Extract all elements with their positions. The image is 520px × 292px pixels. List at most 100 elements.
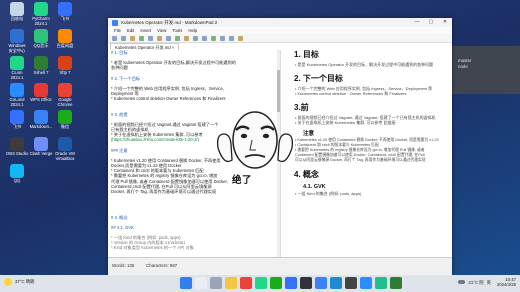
desktop-icon[interactable]: Xftp 7 bbox=[52, 56, 78, 82]
goland-icon[interactable] bbox=[359, 277, 372, 289]
weather-text: 37°C 晴朗 bbox=[15, 279, 35, 284]
editor-line-text: * 老是 Kubernetes Operator 开发的目标,解决开发过程中可能… bbox=[111, 60, 236, 66]
desktop-icon[interactable]: PyCharm 2024.1 bbox=[28, 2, 54, 28]
redo-icon[interactable] bbox=[148, 35, 153, 41]
undo-icon[interactable] bbox=[139, 35, 144, 41]
desktop-icon[interactable]: QQ音乐 bbox=[28, 29, 54, 55]
list-icon[interactable] bbox=[193, 35, 198, 41]
link-icon[interactable] bbox=[211, 35, 216, 41]
desktop-icon[interactable]: 回收站 bbox=[4, 2, 30, 28]
desktop-icon[interactable]: QQ bbox=[4, 164, 30, 190]
desktop-icon[interactable]: 飞书 bbox=[52, 2, 78, 28]
desktop-icon-label: QQ音乐 bbox=[33, 43, 49, 48]
markdown-preview: 1. 目标 • 是是 Kubernetes Operator 开发的目标，解决开… bbox=[281, 43, 452, 257]
image-icon[interactable] bbox=[220, 35, 225, 41]
desktop-icon-label: GoLand 2024.1 bbox=[9, 97, 25, 107]
app-icon bbox=[34, 2, 48, 16]
clock[interactable]: 10:47 2024/4/25 bbox=[494, 277, 516, 287]
window-title: Kubernetes Operator 开发.md - MarkdownPad … bbox=[121, 19, 218, 25]
desktop-icon[interactable]: GoLand 2024.1 bbox=[4, 83, 30, 109]
desktop-icon[interactable]: Markdown... bbox=[28, 110, 54, 136]
desktop-icon-label: Clash Verge bbox=[29, 151, 53, 156]
desktop-icon-label: Xftp 7 bbox=[59, 70, 71, 75]
ime-indicator[interactable]: 英 bbox=[487, 280, 491, 285]
desktop-icon[interactable]: Xshell 7 bbox=[28, 56, 54, 82]
meme-caption: 绝了 bbox=[232, 175, 253, 186]
desktop-icon-label: Oracle VM VirtualBox bbox=[55, 151, 75, 161]
cloud-icon bbox=[458, 280, 466, 284]
clion-icon[interactable] bbox=[374, 277, 387, 289]
clock-date: 2024/4/25 bbox=[496, 282, 516, 287]
desktop-icon[interactable]: WPS Office bbox=[28, 83, 54, 109]
italic-icon[interactable] bbox=[166, 35, 171, 41]
preview-text: • 关于在虚拟机上安装 Kubernetes 集群, 可以参考 此链接 bbox=[295, 120, 396, 125]
desktop-icon[interactable]: Google Chrome bbox=[52, 83, 78, 109]
maximize-button[interactable]: ▢ bbox=[424, 18, 438, 27]
desktop-icon[interactable]: Clash Verge bbox=[28, 137, 54, 163]
timestamp-icon[interactable] bbox=[229, 35, 234, 41]
editor-line-text: # 2. 下一个目标 bbox=[111, 75, 141, 81]
tray-weather: 21°C 阴 bbox=[468, 279, 484, 285]
bold-icon[interactable] bbox=[157, 35, 162, 41]
desktop-icon[interactable]: OBS Studio bbox=[4, 137, 30, 163]
task-view-icon[interactable] bbox=[209, 277, 222, 289]
menu-edit[interactable]: Edit bbox=[127, 28, 134, 33]
desktop-icon[interactable]: CLion 2024.1 bbox=[4, 56, 30, 82]
app-icon bbox=[10, 29, 24, 43]
markdownpad-icon bbox=[112, 19, 118, 26]
meme-left-hand bbox=[216, 133, 233, 163]
chrome-icon[interactable] bbox=[239, 277, 252, 289]
app-icon bbox=[10, 137, 24, 151]
desktop-icon-label: PyCharm 2024.1 bbox=[32, 16, 50, 26]
menu-help[interactable]: Help bbox=[188, 28, 197, 33]
bg-window-line2: node bbox=[458, 64, 468, 69]
preview-heading-goal: 1. 目标 bbox=[294, 50, 319, 59]
preview-text: 可以从阿里云镜像源 Docker, 再打个 Tag, 再用作为基础环境可以通过代… bbox=[295, 158, 426, 162]
weather-widget[interactable]: 37°C 晴朗 bbox=[4, 278, 34, 286]
preview-icon[interactable] bbox=[238, 35, 243, 41]
title-bar[interactable]: Kubernetes Operator 开发.md - MarkdownPad … bbox=[108, 18, 452, 27]
character-count: Characters: 887 bbox=[146, 263, 178, 268]
desktop-icon[interactable]: 百度网盘 bbox=[52, 29, 78, 55]
menu-file[interactable]: File bbox=[114, 28, 121, 33]
vscode-icon[interactable] bbox=[329, 277, 342, 289]
obs-icon[interactable] bbox=[344, 277, 357, 289]
preview-text: • 一组 Kind 的集合 (例如: pods, apps) bbox=[295, 191, 362, 196]
pycharm-icon[interactable] bbox=[254, 277, 267, 289]
background-window[interactable]: master node bbox=[452, 46, 520, 94]
close-button[interactable]: ✕ bbox=[438, 18, 452, 27]
wechat-icon[interactable] bbox=[269, 277, 282, 289]
editor-line-text: # 4. 概念 bbox=[111, 214, 128, 220]
app-icon bbox=[58, 110, 72, 124]
preview-heading-note: 注意 bbox=[303, 131, 315, 137]
minimize-button[interactable]: — bbox=[410, 18, 424, 27]
quote-icon[interactable] bbox=[175, 35, 180, 41]
search-icon[interactable] bbox=[194, 277, 207, 289]
desktop-icon[interactable]: Windows 安全中心 bbox=[4, 29, 30, 55]
desktop-icon[interactable]: 微信 bbox=[52, 110, 78, 136]
markdownpad-icon[interactable] bbox=[314, 277, 327, 289]
desktop-icon-label: Windows 安全中心 bbox=[8, 43, 26, 53]
menu-view[interactable]: View bbox=[157, 28, 166, 33]
terminal-icon[interactable] bbox=[299, 277, 312, 289]
desktop-icon[interactable]: 飞书 bbox=[4, 110, 30, 136]
menu-insert[interactable]: Insert bbox=[140, 28, 151, 33]
save-icon[interactable] bbox=[130, 35, 135, 41]
editor-line-text: * Kind 对象类型 Kubernetes 的一个 API 对象 bbox=[111, 245, 194, 251]
desktop-icon[interactable]: Oracle VM VirtualBox bbox=[52, 137, 78, 163]
numbered-list-icon[interactable] bbox=[202, 35, 207, 41]
explorer-icon[interactable] bbox=[224, 277, 237, 289]
app-icon bbox=[10, 83, 24, 97]
preview-text: • 是是 Kubernetes Operator 开发的目标，解决开发过程中可能… bbox=[295, 62, 434, 67]
new-file-icon[interactable] bbox=[112, 35, 117, 41]
app-icon bbox=[10, 2, 24, 16]
code-icon[interactable] bbox=[184, 35, 189, 41]
feishu-icon[interactable] bbox=[284, 277, 297, 289]
start-icon[interactable] bbox=[179, 277, 192, 289]
sun-icon bbox=[4, 278, 12, 286]
open-file-icon[interactable] bbox=[121, 35, 126, 41]
meme-left-eye bbox=[240, 133, 248, 139]
menu-tools[interactable]: Tools bbox=[172, 28, 182, 33]
xshell-icon[interactable] bbox=[389, 277, 402, 289]
desktop-icon-label: Google Chrome bbox=[57, 97, 73, 107]
